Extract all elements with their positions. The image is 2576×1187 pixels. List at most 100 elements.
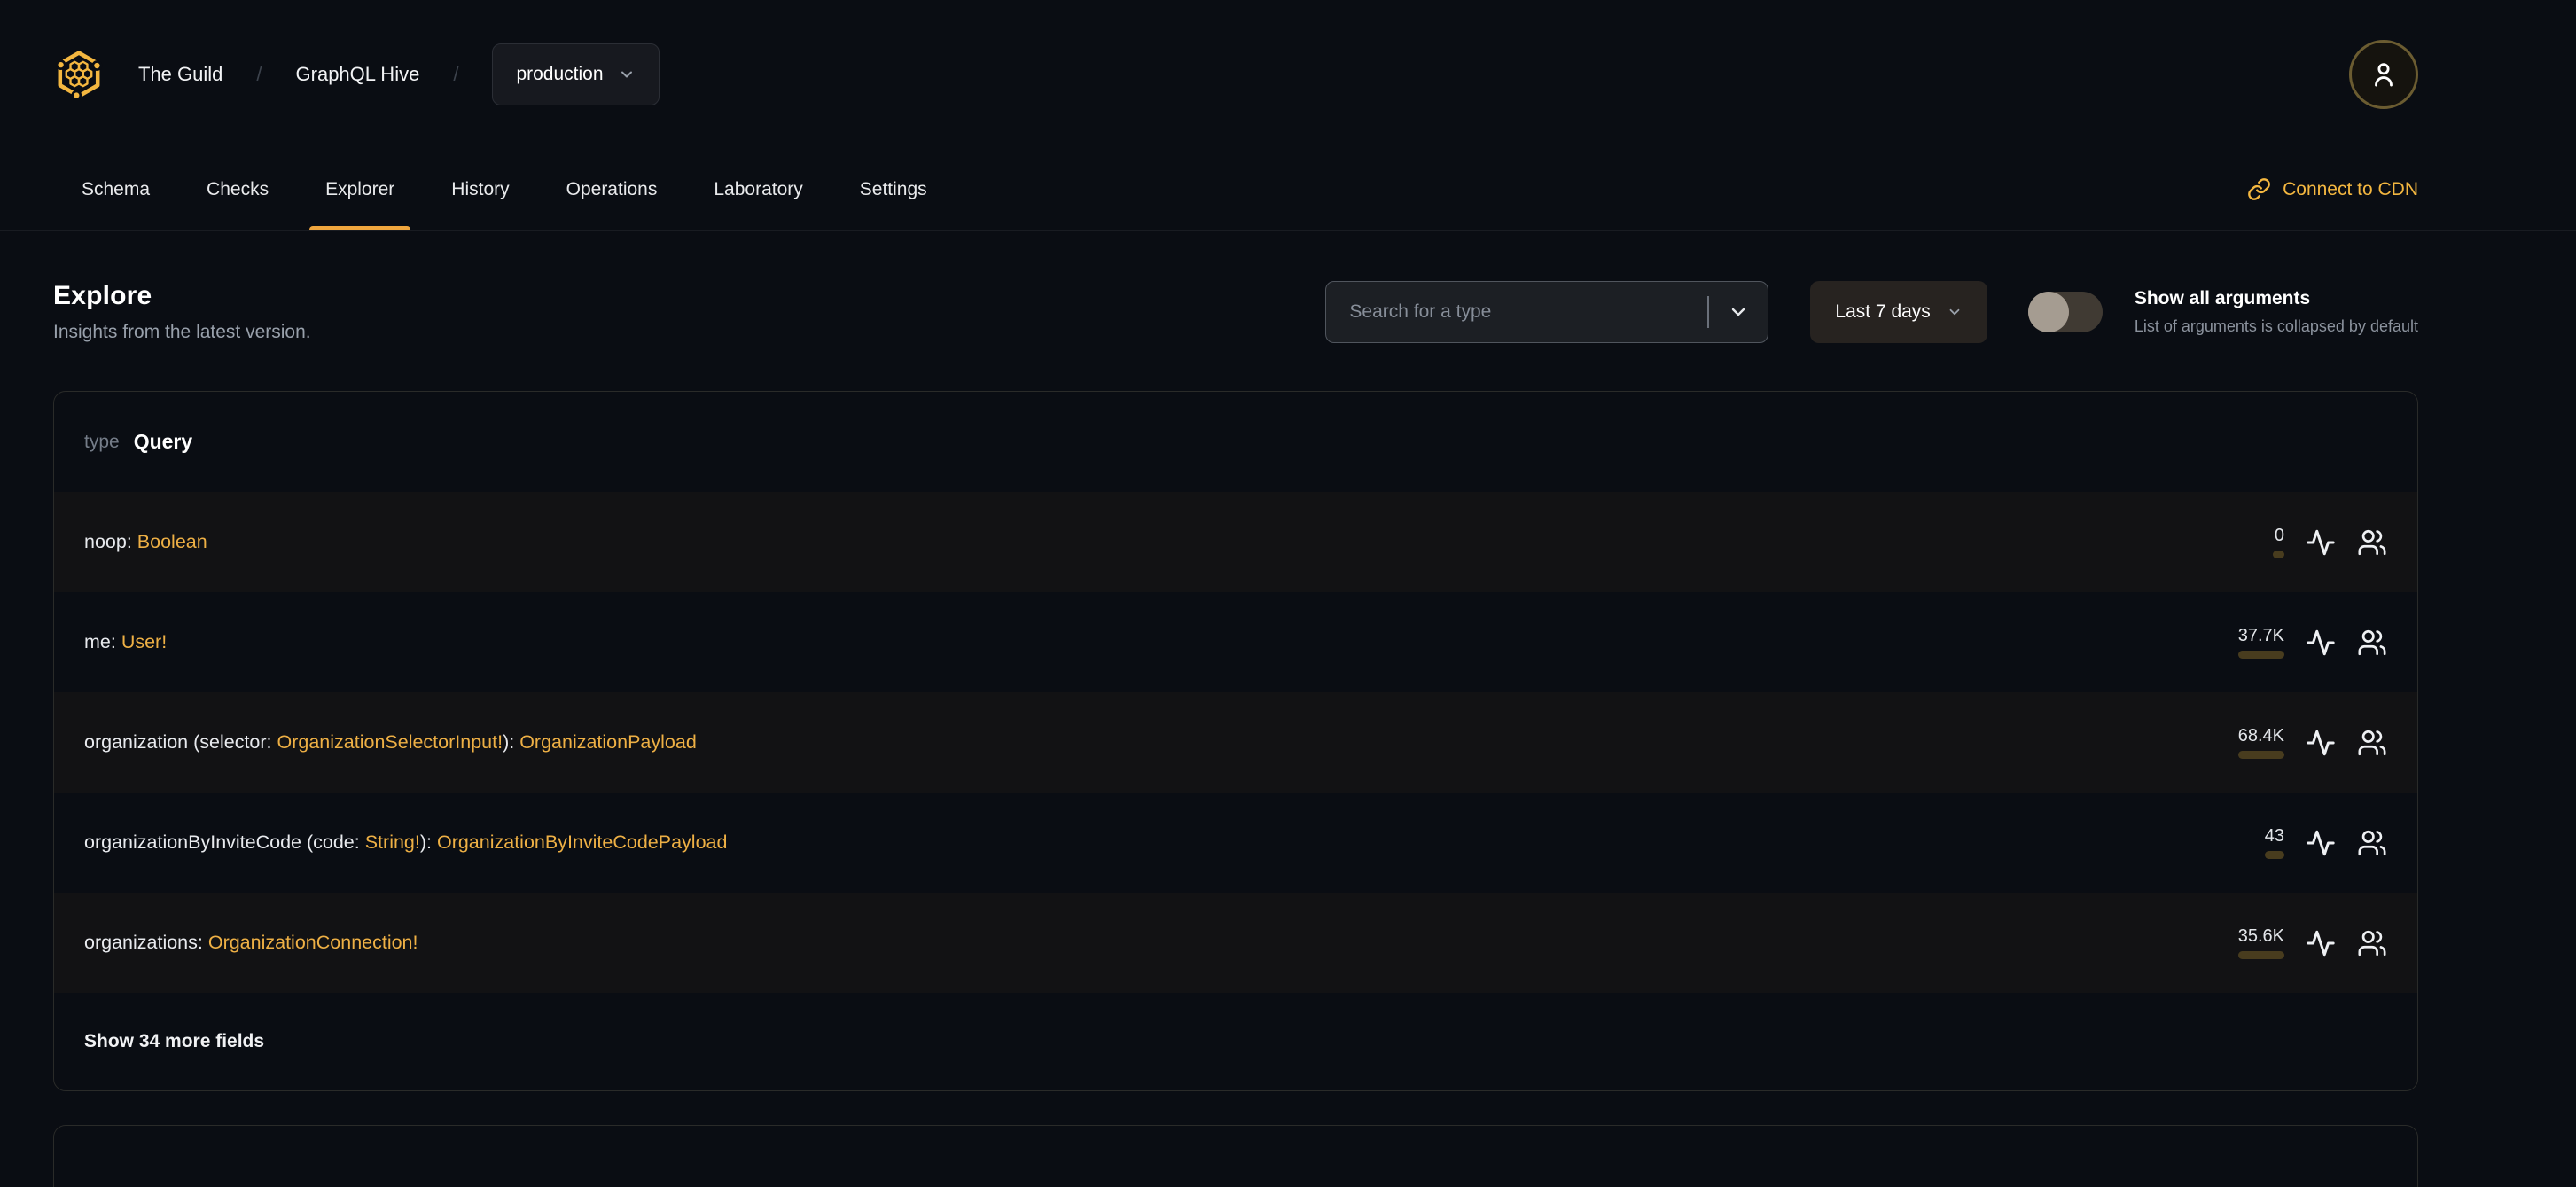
type-search-dropdown-button[interactable] bbox=[1709, 282, 1768, 342]
show-all-arguments-toggle[interactable] bbox=[2027, 292, 2103, 332]
activity-icon[interactable] bbox=[2306, 728, 2336, 758]
tab-checks[interactable]: Checks bbox=[178, 148, 297, 230]
usage-stat: 35.6K bbox=[2237, 925, 2284, 959]
field-signature: organizations: OrganizationConnection! bbox=[84, 932, 418, 954]
type-link[interactable]: User! bbox=[121, 631, 167, 652]
usage-count: 35.6K bbox=[2237, 925, 2284, 946]
field-row: organizationByInviteCode (code: String!)… bbox=[54, 793, 2417, 893]
field-stats: 0 bbox=[2273, 527, 2387, 558]
active-tab-underline bbox=[309, 226, 411, 230]
page-subtitle: Insights from the latest version. bbox=[53, 322, 311, 342]
type-name: Query bbox=[133, 430, 193, 453]
usage-stat: 68.4K bbox=[2237, 727, 2284, 759]
field-row: organization (selector: OrganizationSele… bbox=[54, 692, 2417, 793]
breadcrumb-project[interactable]: GraphQL Hive bbox=[296, 63, 420, 86]
tab-label: Explorer bbox=[325, 178, 395, 199]
field-stats: 68.4K bbox=[2237, 727, 2387, 759]
field-row: noop: Boolean 0 bbox=[54, 492, 2417, 592]
field-signature: noop: Boolean bbox=[84, 531, 207, 553]
toggle-label: Show all arguments bbox=[2134, 288, 2311, 308]
type-link[interactable]: OrganizationByInviteCodePayload bbox=[437, 832, 727, 853]
content: type Query noop: Boolean 0 me: User! 37.… bbox=[0, 391, 2576, 1187]
toggle-knob bbox=[2027, 292, 2069, 332]
usage-stat: 43 bbox=[2264, 825, 2284, 859]
field-name: organizationByInviteCode (code: bbox=[84, 832, 365, 853]
field-stats: 35.6K bbox=[2237, 925, 2387, 959]
usage-bar bbox=[2237, 750, 2284, 759]
connect-to-cdn-label: Connect to CDN bbox=[2283, 178, 2418, 199]
field-name: me: bbox=[84, 631, 121, 652]
type-search-input[interactable] bbox=[1326, 282, 1708, 342]
activity-icon[interactable] bbox=[2306, 628, 2336, 658]
toggle-text: Show all arguments List of arguments is … bbox=[2135, 288, 2418, 336]
usage-count: 43 bbox=[2264, 825, 2284, 846]
tabbar: Schema Checks Explorer History Operations Lab… bbox=[0, 148, 2576, 231]
tab-label: Settings bbox=[859, 178, 927, 199]
tab-explorer[interactable]: Explorer bbox=[297, 148, 423, 230]
toggle-description: List of arguments is collapsed by defaul… bbox=[2134, 317, 2418, 335]
field-name: organizations: bbox=[84, 932, 208, 953]
usage-stat: 37.7K bbox=[2237, 627, 2284, 659]
users-icon[interactable] bbox=[2357, 728, 2387, 758]
tab-operations[interactable]: Operations bbox=[538, 148, 686, 230]
tab-label: History bbox=[451, 178, 510, 199]
field-stats: 37.7K bbox=[2237, 627, 2387, 659]
users-icon[interactable] bbox=[2357, 628, 2387, 658]
tab-schema[interactable]: Schema bbox=[53, 148, 178, 230]
field-name: noop: bbox=[84, 531, 137, 552]
tab-label: Laboratory bbox=[714, 178, 803, 199]
field-name: organization (selector: bbox=[84, 731, 277, 753]
show-more-fields-button[interactable]: Show 34 more fields bbox=[84, 1031, 264, 1052]
app-header: The Guild / GraphQL Hive / production bbox=[0, 0, 2576, 148]
controls: Last 7 days Show all arguments List of a… bbox=[1325, 281, 2418, 343]
tab-label: Schema bbox=[82, 178, 151, 199]
field-signature: organization (selector: OrganizationSele… bbox=[84, 731, 697, 754]
page-title: Explore bbox=[53, 281, 152, 310]
type-link[interactable]: OrganizationConnection! bbox=[208, 932, 418, 953]
chevron-down-icon bbox=[1732, 308, 1745, 316]
users-icon[interactable] bbox=[2357, 828, 2387, 858]
breadcrumb: The Guild / GraphQL Hive / production bbox=[53, 43, 660, 105]
tab-history[interactable]: History bbox=[423, 148, 537, 230]
field-signature: me: User! bbox=[84, 631, 167, 653]
usage-stat: 0 bbox=[2273, 527, 2284, 558]
user-menu-button[interactable] bbox=[2349, 39, 2418, 109]
tab-laboratory[interactable]: Laboratory bbox=[685, 148, 831, 230]
period-value: Last 7 days bbox=[1835, 301, 1931, 322]
type-link[interactable]: Boolean bbox=[137, 531, 207, 552]
link-icon bbox=[2248, 178, 2270, 200]
activity-icon[interactable] bbox=[2306, 527, 2336, 558]
field-row: me: User! 37.7K bbox=[54, 592, 2417, 692]
field-name: ): bbox=[503, 731, 520, 753]
breadcrumb-separator: / bbox=[453, 62, 459, 85]
activity-icon[interactable] bbox=[2306, 928, 2336, 958]
type-kind-keyword: type bbox=[84, 431, 120, 452]
activity-icon[interactable] bbox=[2306, 828, 2336, 858]
users-icon[interactable] bbox=[2357, 527, 2387, 558]
users-icon[interactable] bbox=[2357, 928, 2387, 958]
usage-bar bbox=[2237, 950, 2284, 959]
target-selector-value: production bbox=[516, 63, 604, 84]
field-name: ): bbox=[419, 832, 437, 853]
connect-to-cdn-link[interactable]: Connect to CDN bbox=[2247, 148, 2418, 230]
period-select-button[interactable]: Last 7 days bbox=[1810, 281, 1987, 343]
section-titles: Explore Insights from the latest version… bbox=[53, 281, 311, 343]
type-search-combobox bbox=[1325, 281, 1769, 343]
chevron-down-icon bbox=[1949, 308, 1960, 316]
next-type-card-partial bbox=[53, 1125, 2418, 1187]
breadcrumb-separator: / bbox=[256, 62, 262, 85]
field-stats: 43 bbox=[2264, 825, 2387, 859]
type-link[interactable]: OrganizationSelectorInput! bbox=[277, 731, 503, 753]
user-icon bbox=[2375, 62, 2393, 86]
hive-logo-icon[interactable] bbox=[53, 49, 105, 100]
type-link[interactable]: String! bbox=[365, 832, 420, 853]
usage-bar bbox=[2237, 650, 2284, 659]
usage-bar bbox=[2264, 850, 2284, 859]
usage-count: 0 bbox=[2274, 525, 2284, 545]
type-link[interactable]: OrganizationPayload bbox=[519, 731, 697, 753]
breadcrumb-org[interactable]: The Guild bbox=[138, 63, 222, 86]
type-card-query: type Query noop: Boolean 0 me: User! 37.… bbox=[53, 391, 2418, 1091]
target-selector-button[interactable]: production bbox=[492, 43, 660, 105]
tab-label: Operations bbox=[566, 178, 658, 199]
tab-settings[interactable]: Settings bbox=[831, 148, 956, 230]
